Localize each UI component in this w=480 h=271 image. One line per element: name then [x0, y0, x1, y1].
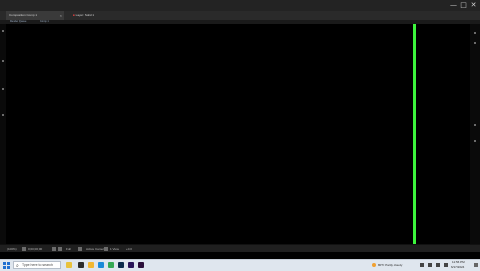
view-layout-icon[interactable]	[104, 247, 108, 251]
region-icon[interactable]	[78, 247, 82, 251]
notification-icon[interactable]	[474, 263, 478, 267]
windows-start-icon[interactable]	[3, 262, 10, 269]
search-placeholder: Type here to search	[22, 263, 53, 267]
tab-layer[interactable]: ■ Layer: Solid 1	[70, 11, 110, 20]
taskbar-search-box[interactable]: ⌕ Type here to search	[13, 261, 61, 269]
tool-icon[interactable]	[2, 60, 4, 62]
search-icon: ⌕	[16, 263, 19, 269]
tool-icon[interactable]	[474, 42, 476, 44]
color-icon[interactable]	[58, 247, 62, 251]
network-icon[interactable]	[428, 263, 432, 267]
widget-icon[interactable]	[66, 262, 72, 268]
composition-viewer[interactable]	[6, 24, 470, 244]
weather-icon[interactable]	[372, 263, 376, 267]
premiere-icon[interactable]	[138, 262, 144, 268]
clock-date[interactable]: 6/17/2024	[451, 265, 464, 270]
spacer	[0, 252, 480, 259]
tab-layer-label: Layer: Solid 1	[75, 13, 95, 17]
tool-icon[interactable]	[474, 124, 476, 126]
chrome-icon[interactable]	[108, 262, 114, 268]
photoshop-icon[interactable]	[118, 262, 124, 268]
tool-icon[interactable]	[2, 114, 4, 116]
tool-icon[interactable]	[2, 30, 4, 32]
battery-icon[interactable]	[444, 263, 448, 267]
volume-icon[interactable]	[436, 263, 440, 267]
edge-icon[interactable]	[98, 262, 104, 268]
tab-composition-label: Composition Comp 1	[9, 13, 38, 17]
tool-icon[interactable]	[474, 140, 476, 142]
maximize-button[interactable]: □	[459, 1, 468, 9]
right-tool-strip	[470, 24, 480, 244]
after-effects-icon[interactable]	[128, 262, 134, 268]
tool-icon[interactable]	[2, 88, 4, 90]
tray-chevron-icon[interactable]	[420, 263, 424, 267]
green-vertical-line	[413, 24, 416, 244]
viewer-tab-row: Composition Comp 1 × ■ Layer: Solid 1	[0, 11, 480, 20]
camera-icon[interactable]	[52, 247, 56, 251]
grid-icon[interactable]	[22, 247, 26, 251]
minimize-button[interactable]: —	[449, 1, 458, 9]
lock-icon: ■	[73, 13, 75, 17]
weather-text[interactable]: 80°F Partly cloudy	[378, 263, 402, 268]
windows-taskbar: ⌕ Type here to search 80°F Partly cloudy…	[0, 259, 480, 271]
close-icon[interactable]: ×	[60, 11, 62, 20]
tool-icon[interactable]	[474, 32, 476, 34]
file-explorer-icon[interactable]	[88, 262, 94, 268]
close-window-button[interactable]: ✕	[469, 1, 478, 9]
tab-composition[interactable]: Composition Comp 1 ×	[6, 11, 64, 20]
task-view-icon[interactable]	[78, 262, 84, 268]
